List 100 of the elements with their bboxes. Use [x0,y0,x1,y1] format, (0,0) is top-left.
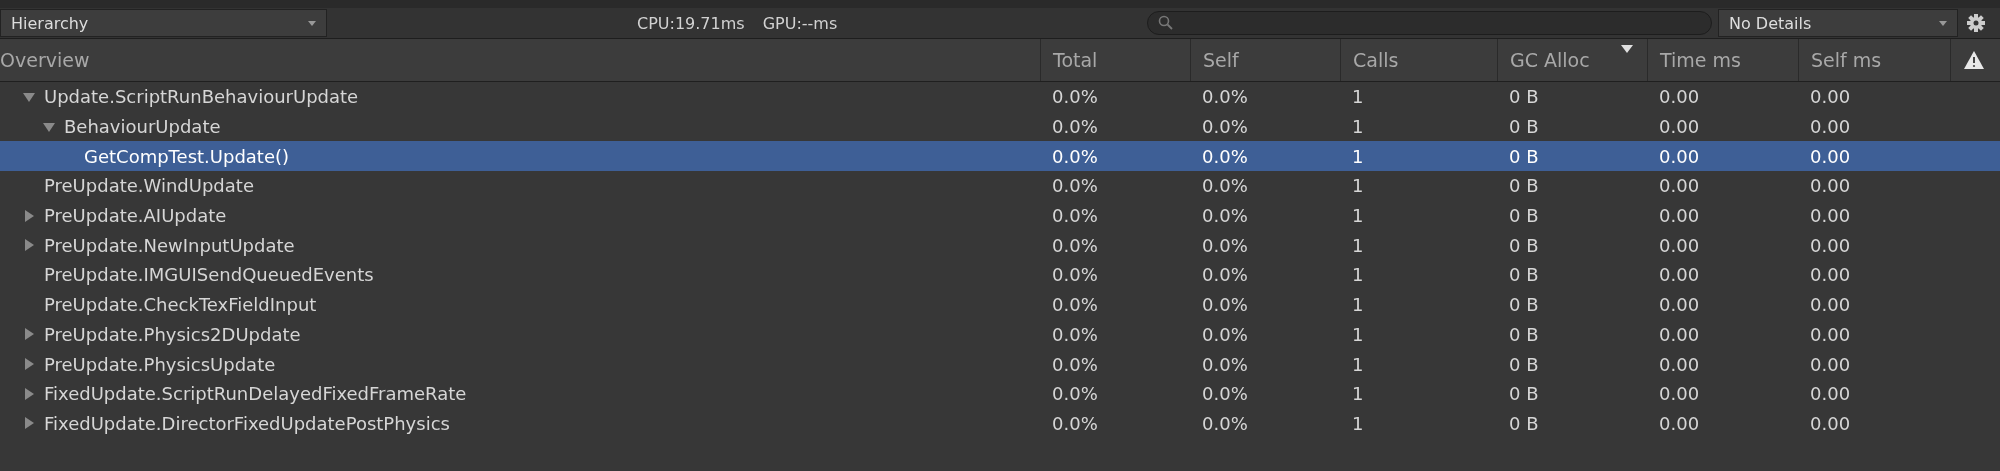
table-cell: 0.00 [1659,86,1700,108]
function-name: PreUpdate.AIUpdate [44,205,227,227]
collapsed-arrow-icon[interactable] [22,327,36,342]
function-name: Update.ScriptRunBehaviourUpdate [44,86,359,108]
table-cell: 0 B [1509,145,1539,167]
table-cell: 0.00 [1810,86,1851,108]
function-name: PreUpdate.IMGUISendQueuedEvents [44,264,374,286]
function-name: PreUpdate.WindUpdate [44,175,254,197]
table-cell: 0.00 [1659,264,1700,286]
tree-row[interactable]: BehaviourUpdate 0.0% 0.0% 1 0 B 0.00 0.00 [0,111,2000,142]
tree-row[interactable]: PreUpdate.PhysicsUpdate 0.0% 0.0% 1 0 B 0.00 0.00 [0,349,2000,379]
column-header[interactable]: Total [1053,49,1098,71]
search-icon [1158,15,1174,31]
cpu-time: CPU:19.71ms [637,13,745,33]
view-dropdown[interactable]: Hierarchy [0,9,327,37]
table-cell: 0.00 [1810,353,1851,375]
function-name: FixedUpdate.DirectorFixedUpdatePostPhysics [44,412,450,434]
table-cell: 0 B [1509,383,1539,405]
table-cell: 1 [1352,145,1364,167]
settings-icon[interactable] [1966,13,1986,33]
tree-row[interactable]: GetCompTest.Update() 0.0% 0.0% 1 0 B 0.00 0.00 [0,141,2000,172]
search-field[interactable] [1147,11,1712,35]
table-cell: 0.0% [1202,175,1248,197]
table-cell: 0.00 [1810,205,1851,227]
table-cell: 0.00 [1659,323,1700,345]
tree-row[interactable]: PreUpdate.WindUpdate 0.0% 0.0% 1 0 B 0.00 0.00 [0,171,2000,201]
collapsed-arrow-icon[interactable] [22,208,36,223]
table-cell: 0.00 [1659,383,1700,405]
table-cell: 1 [1352,264,1364,286]
function-name: PreUpdate.Physics2DUpdate [44,323,301,345]
table-cell: 0.00 [1659,294,1700,316]
table-cell: 0.0% [1202,412,1248,434]
function-name: GetCompTest.Update() [84,145,290,167]
table-cell: 1 [1352,86,1364,108]
tree-row[interactable]: FixedUpdate.DirectorFixedUpdatePostPhysics 0.0% 0.0% 1 0 B 0.00 0.00 [0,408,2000,439]
function-name: PreUpdate.CheckTexFieldInput [44,294,317,316]
details-dropdown[interactable]: No Details [1718,9,1958,37]
table-cell: 0.0% [1202,86,1248,108]
caret-icon [1939,20,1947,26]
table-cell: 0.00 [1810,294,1851,316]
table-cell: 0.0% [1202,323,1248,345]
tree-row[interactable]: FixedUpdate.ScriptRunDelayedFixedFrameRate 0.0% 0.0% 1 0 B 0.00 0.00 [0,378,2000,409]
tree-row[interactable]: PreUpdate.NewInputUpdate 0.0% 0.0% 1 0 B 0.00 0.00 [0,230,2000,261]
table-cell: 0.0% [1052,353,1098,375]
table-cell: 1 [1352,234,1364,256]
table-cell: 0 B [1509,353,1539,375]
table-cell: 0.0% [1052,264,1098,286]
table-cell: 0.00 [1810,145,1851,167]
table-cell: 1 [1352,383,1364,405]
tree-row[interactable]: PreUpdate.CheckTexFieldInput 0.0% 0.0% 1 0 B 0.00 0.00 [0,289,2000,320]
table-cell: 0.00 [1659,175,1700,197]
warning-icon[interactable] [1963,50,1985,70]
table-cell: 0.00 [1810,175,1851,197]
table-cell: 0.0% [1052,412,1098,434]
collapsed-arrow-icon[interactable] [22,357,36,372]
gpu-time: GPU:--ms [762,13,838,33]
table-cell: 0.00 [1659,353,1700,375]
column-header[interactable]: GC Alloc [1510,49,1590,71]
table-cell: 0.00 [1810,323,1851,345]
column-header[interactable]: Overview [0,49,90,71]
table-cell: 0 B [1509,175,1539,197]
table-cell: 0.00 [1659,205,1700,227]
table-cell: 0.0% [1202,294,1248,316]
column-header[interactable]: Time ms [1660,49,1741,71]
function-name: FixedUpdate.ScriptRunDelayedFixedFrameRate [44,383,467,405]
table-cell: 0.0% [1202,383,1248,405]
function-name: BehaviourUpdate [64,116,221,138]
column-header[interactable]: Calls [1353,49,1399,71]
table-cell: 0.00 [1659,116,1700,138]
table-cell: 0 B [1509,116,1539,138]
column-header[interactable]: Self [1203,49,1239,71]
collapsed-arrow-icon[interactable] [22,386,36,401]
table-cell: 0.00 [1659,412,1700,434]
table-cell: 0.0% [1202,145,1248,167]
table-cell: 0 B [1509,323,1539,345]
table-cell: 0.0% [1052,323,1098,345]
table-cell: 0.00 [1810,234,1851,256]
table-cell: 0.0% [1052,234,1098,256]
tree-row[interactable]: PreUpdate.AIUpdate 0.0% 0.0% 1 0 B 0.00 0.00 [0,200,2000,231]
table-cell: 0 B [1509,205,1539,227]
collapsed-arrow-icon[interactable] [22,238,36,253]
table-cell: 0 B [1509,234,1539,256]
table-cell: 0 B [1509,294,1539,316]
table-cell: 1 [1352,175,1364,197]
collapsed-arrow-icon[interactable] [22,416,36,431]
table-cell: 0.0% [1202,264,1248,286]
tree-row[interactable]: Update.ScriptRunBehaviourUpdate 0.0% 0.0% 1 0 B 0.00 0.00 [0,82,2000,112]
table-cell: 1 [1352,205,1364,227]
table-cell: 0.00 [1659,234,1700,256]
tree-row[interactable]: PreUpdate.Physics2DUpdate 0.0% 0.0% 1 0 B 0.00 0.00 [0,319,2000,350]
table-cell: 1 [1352,412,1364,434]
table-cell: 0.0% [1052,383,1098,405]
function-name: PreUpdate.NewInputUpdate [44,234,295,256]
table-cell: 0 B [1509,412,1539,434]
tree-row[interactable]: PreUpdate.IMGUISendQueuedEvents 0.0% 0.0% 1 0 B 0.00 0.00 [0,260,2000,290]
table-cell: 0.0% [1202,116,1248,138]
column-header[interactable]: Self ms [1811,49,1882,71]
sort-icon[interactable] [1621,45,1633,53]
table-cell: 0.0% [1052,205,1098,227]
table-cell: 1 [1352,353,1364,375]
